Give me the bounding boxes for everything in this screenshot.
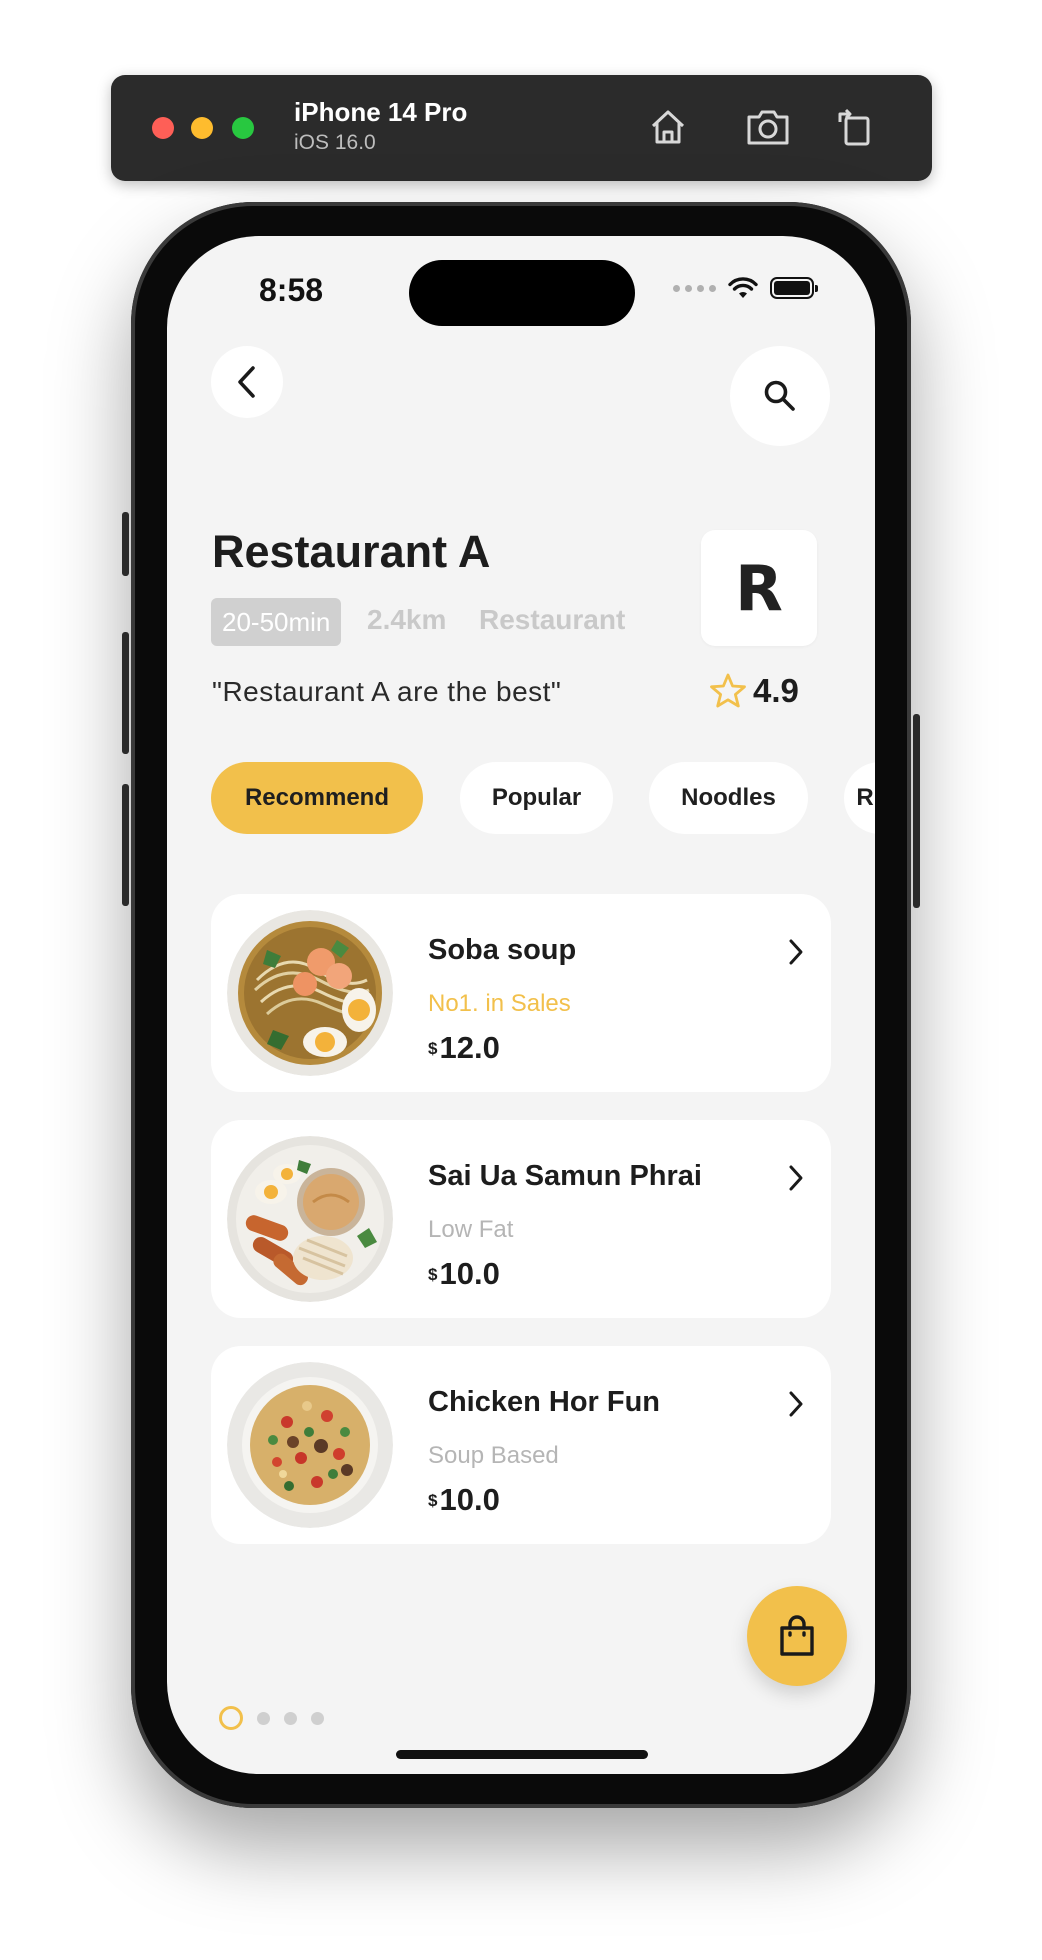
page-dot[interactable] [284,1711,297,1725]
volume-down-button [122,784,129,906]
home-indicator[interactable] [396,1750,648,1759]
distance-label: 2.4km [367,604,447,635]
phone-frame: 8:58 Restaurant A 20-50min 2.4km Restaur… [122,202,920,1808]
page-dot[interactable] [257,1711,270,1725]
logo-letter: R [735,551,783,625]
dish-name: Chicken Hor Fun [428,1386,661,1418]
chevron-right-icon [789,1165,803,1191]
dish-price: $10.0 [428,1482,500,1518]
price-value: 10.0 [439,1482,500,1517]
currency-symbol: $ [428,1491,438,1510]
dynamic-island [409,260,635,326]
price-value: 12.0 [439,1030,500,1065]
category-tabs: Recommend Popular Noodles R [211,762,875,834]
home-button[interactable] [642,101,694,153]
dish-card[interactable]: Sai Ua Samun Phrai Low Fat $10.0 [211,1120,831,1318]
chevron-left-icon [238,366,255,398]
mute-switch [122,512,129,576]
dish-card[interactable]: Chicken Hor Fun Soup Based $10.0 [211,1346,831,1544]
tab-partial-label: R [856,784,874,811]
currency-symbol: $ [428,1265,438,1284]
dish-tag: Soup Based [428,1442,559,1469]
dish-image-sai-ua-samun-phrai [227,1136,393,1302]
tab-recommend[interactable]: Recommend [211,762,423,834]
rating: 4.9 [709,672,799,710]
rotate-icon [838,108,870,146]
cart-button[interactable] [747,1586,847,1686]
os-version: iOS 16.0 [294,131,376,154]
delivery-time-badge: 20-50min [211,598,342,646]
chevron-right-icon [789,939,803,965]
price-value: 10.0 [439,1256,500,1291]
cellular-signal-icon [673,284,716,292]
dish-name: Sai Ua Samun Phrai [428,1160,702,1192]
volume-up-button [122,632,129,754]
home-icon [651,110,685,144]
chevron-right-icon [789,1391,803,1417]
dish-price: $12.0 [428,1030,500,1066]
simulator-toolbar: iPhone 14 Pro iOS 16.0 [111,75,932,181]
dish-image-soba-soup [227,910,393,1076]
device-name: iPhone 14 Pro [294,97,468,127]
battery-icon [770,277,818,299]
app-screen: 8:58 Restaurant A 20-50min 2.4km Restaur… [167,236,875,1774]
back-button[interactable] [211,346,283,418]
screenshot-icon [747,110,789,145]
restaurant-name: Restaurant A [212,526,491,577]
wifi-icon [728,277,758,298]
dish-price: $10.0 [428,1256,500,1292]
status-indicators [673,276,818,300]
page-indicator [219,1706,324,1730]
page-dot-active[interactable] [219,1706,243,1730]
restaurant-type-label: Restaurant [479,604,626,635]
dish-tag: No1. in Sales [428,990,571,1017]
rotate-button[interactable] [830,101,882,153]
restaurant-tagline: "Restaurant A are the best" [212,676,562,707]
page-dot[interactable] [311,1711,324,1725]
shopping-bag-icon [780,1615,814,1656]
currency-symbol: $ [428,1039,438,1058]
search-icon [764,380,795,411]
power-button [913,714,920,908]
screenshot-button[interactable] [742,101,794,153]
star-icon [710,673,746,708]
restaurant-logo: R [701,530,817,646]
dish-tag: Low Fat [428,1216,514,1243]
tab-popular[interactable]: Popular [460,762,613,834]
search-button[interactable] [730,346,830,446]
dish-card[interactable]: Soba soup No1. in Sales $12.0 [211,894,831,1092]
minimize-window-button[interactable] [191,117,213,139]
rating-value: 4.9 [753,672,799,709]
tab-noodles[interactable]: Noodles [649,762,808,834]
dish-name: Soba soup [428,934,577,966]
zoom-window-button[interactable] [232,117,254,139]
status-time: 8:58 [259,272,324,308]
dish-image-chicken-hor-fun [227,1362,393,1528]
close-window-button[interactable] [152,117,174,139]
tab-partial[interactable]: R [844,762,875,834]
